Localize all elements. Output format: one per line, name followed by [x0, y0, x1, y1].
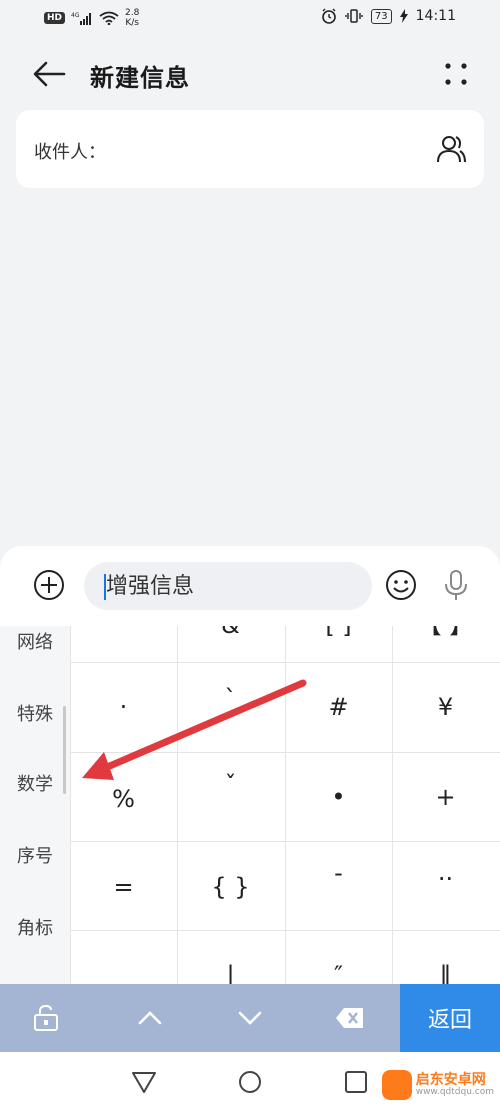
nav-home-icon[interactable] — [236, 1068, 264, 1096]
recipient-label: 收件人： — [34, 142, 106, 163]
chevron-down-icon[interactable] — [234, 1004, 266, 1032]
header: 新建信息 — [0, 44, 500, 104]
emoji-icon[interactable] — [384, 568, 418, 602]
grid-line — [70, 662, 500, 663]
symbol-key[interactable]: + — [392, 782, 499, 812]
watermark: 启东安卓网 www.qdtdqu.com — [381, 1070, 494, 1100]
category-network[interactable]: 网络 — [0, 628, 70, 654]
symbol-key-partial[interactable]: & — [177, 626, 284, 640]
page-title: 新建信息 — [90, 64, 190, 92]
status-bar: HD 4G 2.8 K/s 73 14:11 — [0, 0, 500, 36]
return-button[interactable]: 返回 — [400, 984, 500, 1052]
battery-indicator: 73 — [370, 8, 392, 24]
category-special[interactable]: 特殊 — [0, 700, 70, 726]
grid-line — [70, 841, 500, 842]
alarm-icon — [322, 8, 336, 24]
watermark-logo-icon — [381, 1070, 412, 1100]
symbol-key[interactable]: - — [285, 858, 392, 888]
recipient-field[interactable]: 收件人： — [16, 110, 484, 188]
status-left: HD 4G 2.8 K/s — [44, 8, 139, 28]
text-cursor — [104, 574, 106, 600]
symbol-key[interactable]: # — [285, 692, 392, 722]
symbol-key[interactable]: % — [70, 784, 177, 814]
vibrate-icon — [345, 9, 363, 23]
symbol-grid: & [ ] 【 】 · ` # ¥ % ˇ • + = { } - ·· | ″… — [70, 626, 500, 984]
signal-icon: 4G — [71, 12, 92, 25]
wifi-icon — [99, 11, 119, 25]
symbol-key[interactable]: { } — [177, 872, 284, 902]
symbol-category-list: 网络 特殊 数学 序号 角标 — [0, 626, 70, 984]
net-speed: 2.8 K/s — [125, 8, 139, 28]
symbol-key[interactable]: ˇ — [177, 770, 284, 800]
category-math[interactable]: 数学 — [0, 770, 70, 796]
symbol-key[interactable]: ″ — [285, 960, 392, 984]
contacts-icon[interactable] — [434, 132, 468, 166]
symbol-key[interactable]: | — [177, 960, 284, 984]
category-ordinal[interactable]: 序号 — [0, 842, 70, 868]
more-options-icon[interactable] — [442, 60, 470, 88]
status-time: 14:11 — [415, 8, 456, 24]
message-input[interactable] — [84, 562, 372, 610]
backspace-icon[interactable] — [334, 1004, 366, 1032]
chevron-up-icon[interactable] — [134, 1004, 166, 1032]
symbol-key[interactable]: ‖ — [392, 960, 499, 984]
keyboard-toolbar: 返回 — [0, 984, 500, 1052]
symbol-key[interactable]: • — [285, 782, 392, 812]
back-arrow-icon[interactable] — [30, 56, 70, 92]
watermark-url: www.qdtdqu.com — [415, 1087, 494, 1097]
symbol-key[interactable]: ¥ — [392, 692, 499, 722]
lock-icon[interactable] — [30, 1004, 62, 1032]
nav-recents-icon[interactable] — [342, 1068, 370, 1096]
watermark-brand: 启东安卓网 — [415, 1072, 486, 1088]
svg-text:4G: 4G — [71, 12, 80, 19]
symbol-key-partial[interactable]: 【 】 — [392, 626, 499, 640]
status-right: 73 14:11 — [321, 8, 456, 24]
hd-badge: HD — [44, 12, 66, 24]
charging-icon — [399, 9, 408, 23]
grid-line — [70, 752, 500, 753]
symbol-key[interactable]: ·· — [392, 864, 499, 894]
watermark-text: 启东安卓网 www.qdtdqu.com — [416, 1073, 494, 1097]
microphone-icon[interactable] — [442, 568, 470, 602]
add-attachment-icon[interactable] — [32, 568, 66, 602]
symbol-key-partial[interactable]: [ ] — [285, 626, 392, 640]
net-speed-value: 2.8 — [125, 8, 140, 18]
symbol-keyboard: 网络 特殊 数学 序号 角标 & [ ] 【 】 · ` # ¥ % ˇ • +… — [0, 626, 500, 984]
symbol-key[interactable]: ` — [177, 684, 284, 714]
symbol-key[interactable]: · — [70, 692, 177, 722]
nav-back-icon[interactable] — [130, 1068, 158, 1096]
grid-line — [70, 930, 500, 931]
net-speed-unit: K/s — [125, 18, 139, 28]
symbol-key[interactable]: = — [70, 872, 177, 902]
category-subscript[interactable]: 角标 — [0, 914, 70, 940]
category-scrollbar[interactable] — [63, 706, 66, 794]
